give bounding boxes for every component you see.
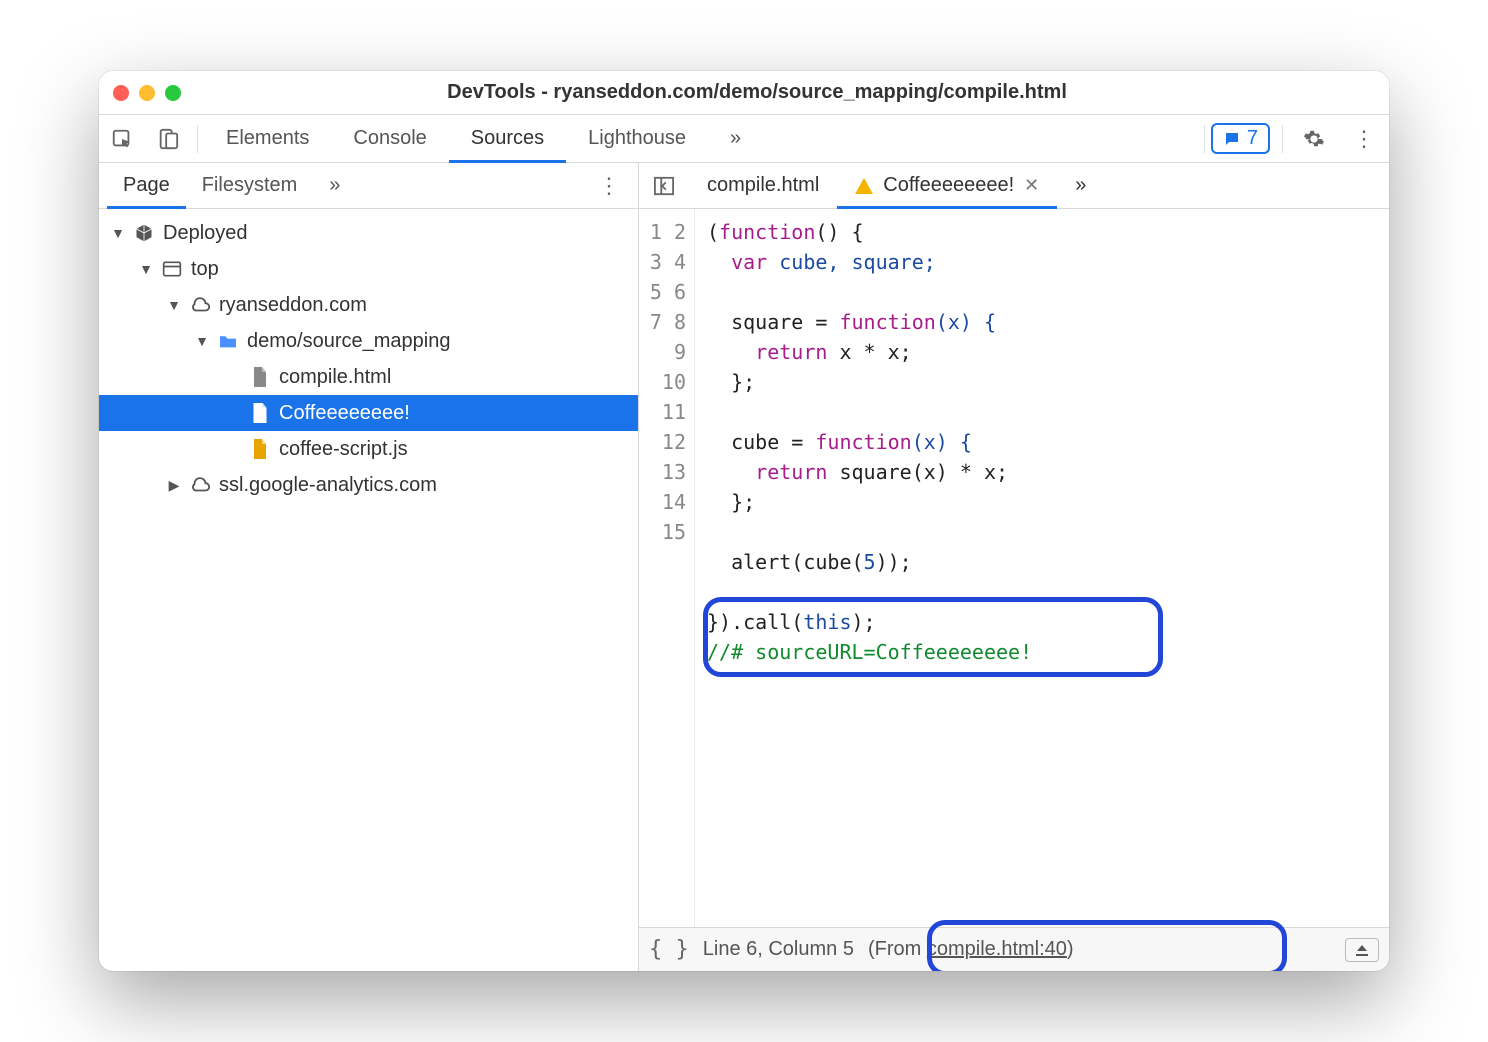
line-gutter: 1 2 3 4 5 6 7 8 9 10 11 12 13 14 15 xyxy=(639,209,695,927)
show-drawer-icon[interactable] xyxy=(1345,938,1379,962)
tree-label: compile.html xyxy=(279,366,391,389)
issues-badge[interactable]: 7 xyxy=(1211,123,1270,154)
more-menu-icon[interactable]: ⋮ xyxy=(1339,126,1389,152)
caret-down-icon: ▼ xyxy=(111,225,125,241)
tree-file-coffee[interactable]: Coffeeeeeeee! xyxy=(99,395,638,431)
tree-label: ssl.google-analytics.com xyxy=(219,474,437,497)
window-title: DevTools - ryanseddon.com/demo/source_ma… xyxy=(199,81,1375,104)
tree-node-top[interactable]: ▼ top xyxy=(99,251,638,287)
settings-icon[interactable] xyxy=(1289,128,1339,150)
titlebar: DevTools - ryanseddon.com/demo/source_ma… xyxy=(99,71,1389,115)
issues-count: 7 xyxy=(1247,127,1258,150)
nav-tab-filesystem[interactable]: Filesystem xyxy=(186,163,314,208)
devtools-toolbar: Elements Console Sources Lighthouse » 7 … xyxy=(99,115,1389,163)
inspect-element-icon[interactable] xyxy=(99,115,145,162)
js-file-icon xyxy=(249,439,271,459)
tree-label: top xyxy=(191,258,219,281)
tree-label: coffee-script.js xyxy=(279,438,408,461)
frame-icon xyxy=(161,260,183,278)
source-link[interactable]: compile.html:40 xyxy=(927,938,1067,960)
source-origin: (From compile.html:40) xyxy=(868,938,1074,961)
file-tab-compile[interactable]: compile.html xyxy=(689,163,837,208)
toggle-navigator-icon[interactable] xyxy=(639,176,689,196)
zoom-window-button[interactable] xyxy=(165,85,181,101)
divider xyxy=(1204,125,1205,153)
tree-file-compile[interactable]: compile.html xyxy=(99,359,638,395)
file-tab-label: Coffeeeeeeee! xyxy=(883,174,1014,197)
tab-elements[interactable]: Elements xyxy=(204,115,331,162)
tab-lighthouse[interactable]: Lighthouse xyxy=(566,115,708,162)
pretty-print-icon[interactable]: { } xyxy=(649,937,689,962)
cloud-icon xyxy=(189,477,211,493)
code-content[interactable]: (function() { var cube, square; square =… xyxy=(695,209,1389,927)
divider xyxy=(1282,125,1283,153)
warning-icon xyxy=(855,178,873,194)
caret-down-icon: ▼ xyxy=(167,297,181,313)
file-icon xyxy=(249,403,271,423)
code-editor[interactable]: 1 2 3 4 5 6 7 8 9 10 11 12 13 14 15 (fun… xyxy=(639,209,1389,927)
navigator-panel: Page Filesystem » ⋮ ▼ Deployed ▼ xyxy=(99,163,639,971)
file-icon xyxy=(249,367,271,387)
file-tabs-overflow[interactable]: » xyxy=(1057,163,1104,208)
nav-more-icon[interactable]: ⋮ xyxy=(588,173,630,199)
devtools-window: DevTools - ryanseddon.com/demo/source_ma… xyxy=(99,71,1389,971)
file-tab-label: compile.html xyxy=(707,174,819,197)
status-bar: { } Line 6, Column 5 (From compile.html:… xyxy=(639,927,1389,971)
caret-down-icon: ▼ xyxy=(139,261,153,277)
nav-tab-page[interactable]: Page xyxy=(107,163,186,208)
cursor-position: Line 6, Column 5 xyxy=(703,938,854,961)
tree-node-domain[interactable]: ▼ ryanseddon.com xyxy=(99,287,638,323)
tree-node-analytics[interactable]: ▶ ssl.google-analytics.com xyxy=(99,467,638,503)
tree-file-coffeescript[interactable]: coffee-script.js xyxy=(99,431,638,467)
tree-label: Coffeeeeeeee! xyxy=(279,402,410,425)
folder-icon xyxy=(217,333,239,349)
panel-tabs: Elements Console Sources Lighthouse » xyxy=(204,115,763,162)
traffic-lights xyxy=(113,85,181,101)
cloud-icon xyxy=(189,297,211,313)
tree-label: Deployed xyxy=(163,222,248,245)
tab-sources[interactable]: Sources xyxy=(449,115,566,162)
tree-label: demo/source_mapping xyxy=(247,330,450,353)
nav-tabs-overflow[interactable]: » xyxy=(313,163,356,208)
device-toolbar-icon[interactable] xyxy=(145,115,191,162)
tabs-overflow-button[interactable]: » xyxy=(708,115,763,162)
editor-panel: compile.html Coffeeeeeeee! ✕ » 1 2 3 4 5… xyxy=(639,163,1389,971)
navigator-tabs: Page Filesystem » ⋮ xyxy=(99,163,638,209)
package-icon xyxy=(133,223,155,243)
caret-right-icon: ▶ xyxy=(167,477,181,494)
close-tab-icon[interactable]: ✕ xyxy=(1024,175,1039,196)
tab-console[interactable]: Console xyxy=(331,115,448,162)
minimize-window-button[interactable] xyxy=(139,85,155,101)
tree-node-deployed[interactable]: ▼ Deployed xyxy=(99,215,638,251)
close-window-button[interactable] xyxy=(113,85,129,101)
caret-down-icon: ▼ xyxy=(195,333,209,349)
file-tree: ▼ Deployed ▼ top ▼ xyxy=(99,209,638,971)
tree-label: ryanseddon.com xyxy=(219,294,367,317)
file-tab-coffee[interactable]: Coffeeeeeeee! ✕ xyxy=(837,163,1057,208)
tree-node-folder[interactable]: ▼ demo/source_mapping xyxy=(99,323,638,359)
divider xyxy=(197,125,198,153)
editor-tabs: compile.html Coffeeeeeeee! ✕ » xyxy=(639,163,1389,209)
